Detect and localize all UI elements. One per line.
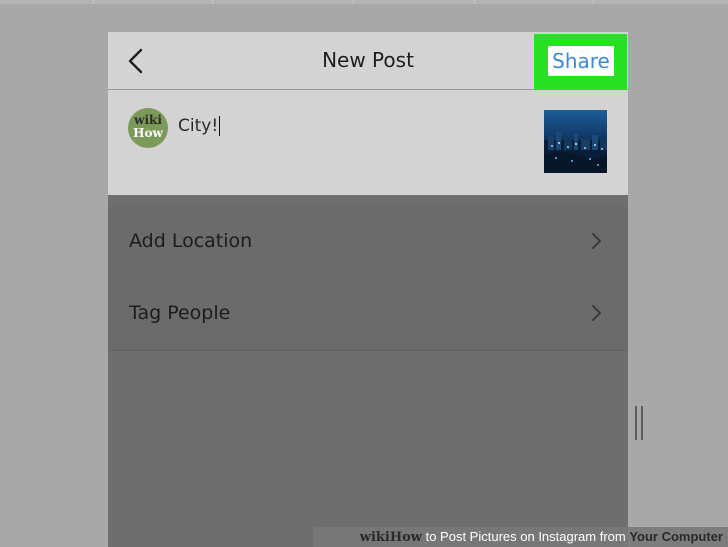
strip-divider (593, 0, 594, 4)
strip-divider (212, 0, 213, 4)
back-button[interactable] (120, 44, 154, 78)
resize-handle[interactable] (632, 406, 646, 440)
chevron-right-icon (590, 231, 604, 251)
caption-input[interactable]: City! (178, 112, 221, 140)
caption-text: City! (178, 116, 219, 136)
add-location-label: Add Location (129, 230, 253, 252)
new-post-header: New Post Share (108, 32, 628, 90)
chevron-left-icon (128, 48, 143, 74)
chevron-right-icon (590, 303, 604, 323)
strip-divider (474, 0, 475, 4)
strip-divider (93, 0, 94, 4)
handle-bar (641, 406, 643, 440)
watermark-strong: Your Computer (629, 529, 723, 544)
strip-divider (353, 0, 354, 4)
caption-area: wiki How City! (108, 90, 628, 195)
add-location-row[interactable]: Add Location (108, 206, 628, 279)
text-cursor (219, 116, 221, 136)
watermark-how: How (389, 530, 422, 545)
page-title: New Post (322, 48, 414, 72)
tag-people-label: Tag People (129, 302, 231, 324)
post-thumbnail (544, 110, 607, 173)
handle-bar (635, 406, 637, 440)
wikihow-watermark: wikiHow to Post Pictures on Instagram fr… (313, 527, 728, 547)
city-photo-image (544, 110, 607, 173)
new-post-panel: New Post Share wiki How City! Add Locati… (108, 32, 628, 547)
share-button[interactable]: Share (548, 46, 614, 76)
browser-top-strip (0, 0, 728, 4)
avatar-logo-bottom: How (133, 126, 163, 140)
avatar: wiki How (128, 108, 168, 148)
watermark-middle: to Post Pictures on Instagram from (421, 529, 630, 544)
tag-people-row[interactable]: Tag People (108, 278, 628, 351)
watermark-wiki: wiki (359, 530, 390, 545)
